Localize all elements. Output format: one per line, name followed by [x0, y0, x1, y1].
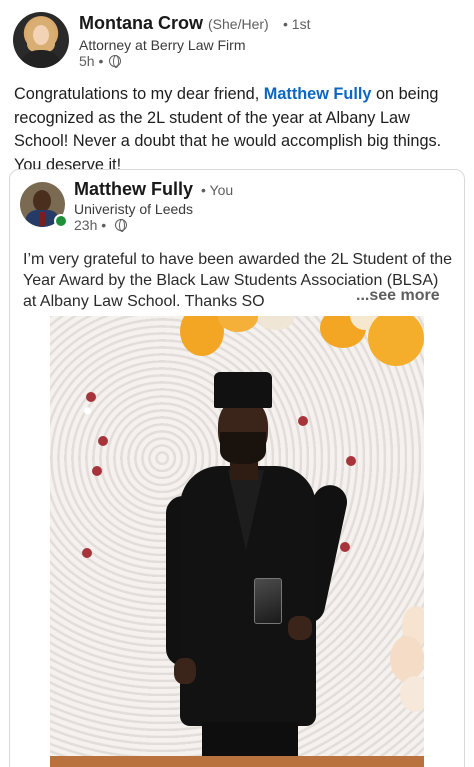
author-avatar[interactable] [13, 12, 69, 68]
person-hand [288, 616, 312, 640]
avatar-tie [40, 212, 45, 226]
mention-link[interactable]: Matthew Fully [264, 85, 372, 103]
quoted-author-relation: • You [201, 182, 234, 198]
balloon [218, 316, 258, 332]
globe-icon [115, 219, 127, 232]
balloon [180, 316, 224, 356]
flower-decoration [98, 436, 108, 446]
flower-decoration [92, 466, 102, 476]
avatar-face [33, 190, 51, 212]
balloon [368, 316, 424, 366]
quoted-post-time: 23h • [74, 217, 107, 233]
author-name[interactable]: Montana Crow [79, 13, 203, 34]
balloon [390, 636, 424, 682]
author-headline: Attorney at Berry Law Firm [79, 37, 246, 53]
flower-decoration [82, 548, 92, 558]
balloon [258, 316, 294, 330]
connection-degree: • 1st [283, 16, 311, 32]
quoted-author-headline: Univeristy of Leeds [74, 201, 194, 217]
globe-icon [109, 55, 121, 68]
avatar-face [33, 25, 49, 45]
post-time: 5h • [79, 53, 104, 69]
post-text-before-mention: Congratulations to my dear friend, [14, 85, 264, 103]
flower-decoration [86, 392, 96, 402]
award-trophy [254, 578, 282, 624]
post-photo[interactable] [50, 316, 424, 767]
post-text: Congratulations to my dear friend, Matth… [14, 83, 466, 177]
flower-decoration [346, 456, 356, 466]
quoted-post-card[interactable]: Matthew Fully • You Univeristy of Leeds … [9, 169, 465, 767]
person-beard [220, 432, 266, 464]
person-hand [174, 658, 196, 684]
floor [50, 756, 424, 767]
person-hat [214, 372, 272, 408]
see-more-link[interactable]: ...see more [356, 287, 440, 305]
post-header: Montana Crow (She/Her) • 1st Attorney at… [0, 0, 474, 74]
avatar-body [19, 50, 63, 68]
online-status-dot [54, 214, 68, 228]
flower-decoration [340, 542, 350, 552]
balloon [400, 676, 424, 712]
person-with-award [162, 366, 351, 767]
quoted-author-name[interactable]: Matthew Fully [74, 179, 193, 200]
author-pronouns: (She/Her) [208, 16, 269, 32]
